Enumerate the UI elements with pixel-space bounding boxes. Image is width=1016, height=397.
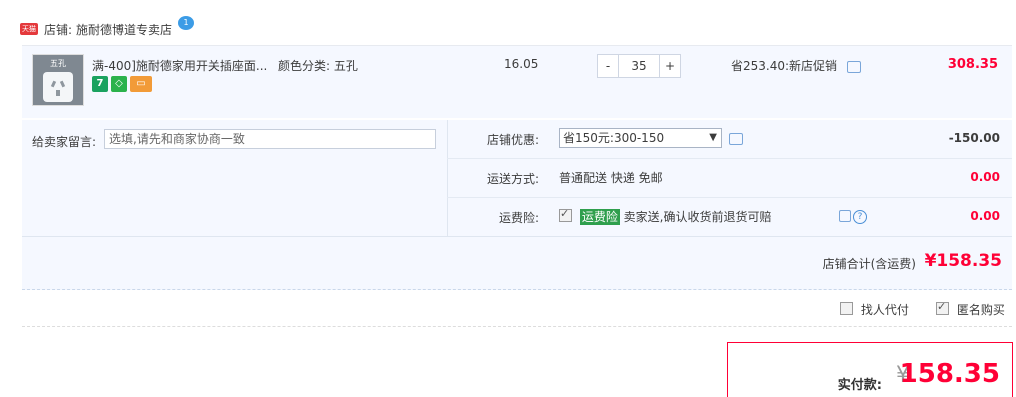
shop-total-label: 店铺合计(含运费) xyxy=(822,257,916,271)
chat-icon[interactable]: 1 xyxy=(178,16,195,30)
service-tags: 7 ◇ ▭ xyxy=(92,76,152,92)
discount-select[interactable]: 省150元:300-150 ▼ xyxy=(559,128,722,148)
message-icon[interactable] xyxy=(846,60,861,73)
insurance-value: 运费险 卖家送,确认收货前退货可赔 xyxy=(559,207,772,225)
quantity-stepper[interactable]: - 35 + xyxy=(597,54,681,78)
shop-header: 天猫 店铺: 施耐德博道专卖店 1 xyxy=(20,16,195,42)
shipping-row: 运送方式: 普通配送 快递 免邮 0.00 xyxy=(447,159,1012,198)
seven-day-return-icon[interactable]: 7 xyxy=(92,76,108,92)
message-label: 给卖家留言: xyxy=(32,135,97,149)
item-subtotal: 308.35 xyxy=(947,57,998,72)
insurance-label: 运费险: xyxy=(499,211,540,225)
pay-label: 实付款: xyxy=(837,378,882,393)
insurance-amount: 0.00 xyxy=(970,209,1000,223)
discount-row: 店铺优惠: 省150元:300-150 ▼ -150.00 xyxy=(447,120,1012,159)
anonymous-buy-label[interactable]: 匿名购买 xyxy=(957,303,1005,317)
decrease-quantity-button[interactable]: - xyxy=(598,55,618,77)
shop-total-row: 店铺合计(含运费) ¥158.35 xyxy=(22,236,1012,290)
pay-total: 158.35 xyxy=(899,359,1000,389)
discount-label: 店铺优惠: xyxy=(487,133,540,147)
shipping-label: 运送方式: xyxy=(487,172,540,186)
proxy-pay-option[interactable]: 找人代付 xyxy=(840,301,909,318)
insurance-help-icons: ? xyxy=(839,210,867,224)
color-value: 五孔 xyxy=(333,59,358,73)
shop-prefix: 店铺: xyxy=(44,22,73,37)
discount-info-icon[interactable] xyxy=(729,133,743,145)
shop-total-value: ¥158.35 xyxy=(924,251,1002,271)
color-label: 颜色分类: xyxy=(278,59,331,73)
help-icon[interactable]: ? xyxy=(853,210,867,224)
quantity-input[interactable]: 35 xyxy=(618,55,660,77)
proxy-pay-checkbox[interactable] xyxy=(840,302,853,315)
message-icon[interactable] xyxy=(839,210,851,222)
product-options: 颜色分类: 五孔 xyxy=(278,57,358,74)
unit-price: 16.05 xyxy=(504,57,539,71)
insurance-checkbox[interactable] xyxy=(559,207,572,222)
increase-quantity-button[interactable]: + xyxy=(660,55,680,77)
product-title-link[interactable]: 满-400]施耐德家用开关插座面... xyxy=(92,57,267,74)
cart-item-row: 五孔 满-400]施耐德家用开关插座面... 颜色分类: 五孔 7 ◇ ▭ 16… xyxy=(22,45,1012,118)
chevron-down-icon: ▼ xyxy=(709,132,717,143)
proxy-pay-label[interactable]: 找人代付 xyxy=(861,303,909,317)
insurance-row: 运费险: 运费险 卖家送,确认收货前退货可赔 ? 0.00 xyxy=(447,198,1012,237)
shield-icon[interactable]: ◇ xyxy=(111,76,127,92)
discount-selected: 省150元:300-150 xyxy=(563,131,665,145)
tmall-icon: 天猫 xyxy=(20,23,38,35)
insurance-text: 卖家送,确认收货前退货可赔 xyxy=(623,210,772,224)
discount-amount: -150.00 xyxy=(948,131,1000,145)
thumbnail-label: 五孔 xyxy=(50,59,66,68)
anonymous-buy-checkbox[interactable] xyxy=(936,300,949,315)
shipping-value: 普通配送 快递 免邮 xyxy=(559,171,663,185)
promo-info: 省253.40:新店促销 xyxy=(731,57,861,74)
product-thumbnail[interactable]: 五孔 xyxy=(32,54,84,106)
payment-summary: 实付款: ¥ 158.35 xyxy=(727,342,1013,397)
anonymous-buy-option[interactable]: 匿名购买 xyxy=(936,300,1005,318)
socket-image xyxy=(43,72,73,102)
insurance-chip: 运费险 xyxy=(579,209,620,225)
shipping-amount: 0.00 xyxy=(970,170,1000,184)
checkout-options: 找人代付 匿名购买 xyxy=(22,292,1012,327)
shop-name-link[interactable]: 施耐德博道专卖店 xyxy=(76,21,172,38)
seller-message-input[interactable]: 选填,请先和商家协商一致 xyxy=(104,129,436,149)
promo-text: 省253.40:新店促销 xyxy=(731,59,838,73)
card-icon[interactable]: ▭ xyxy=(130,76,152,92)
